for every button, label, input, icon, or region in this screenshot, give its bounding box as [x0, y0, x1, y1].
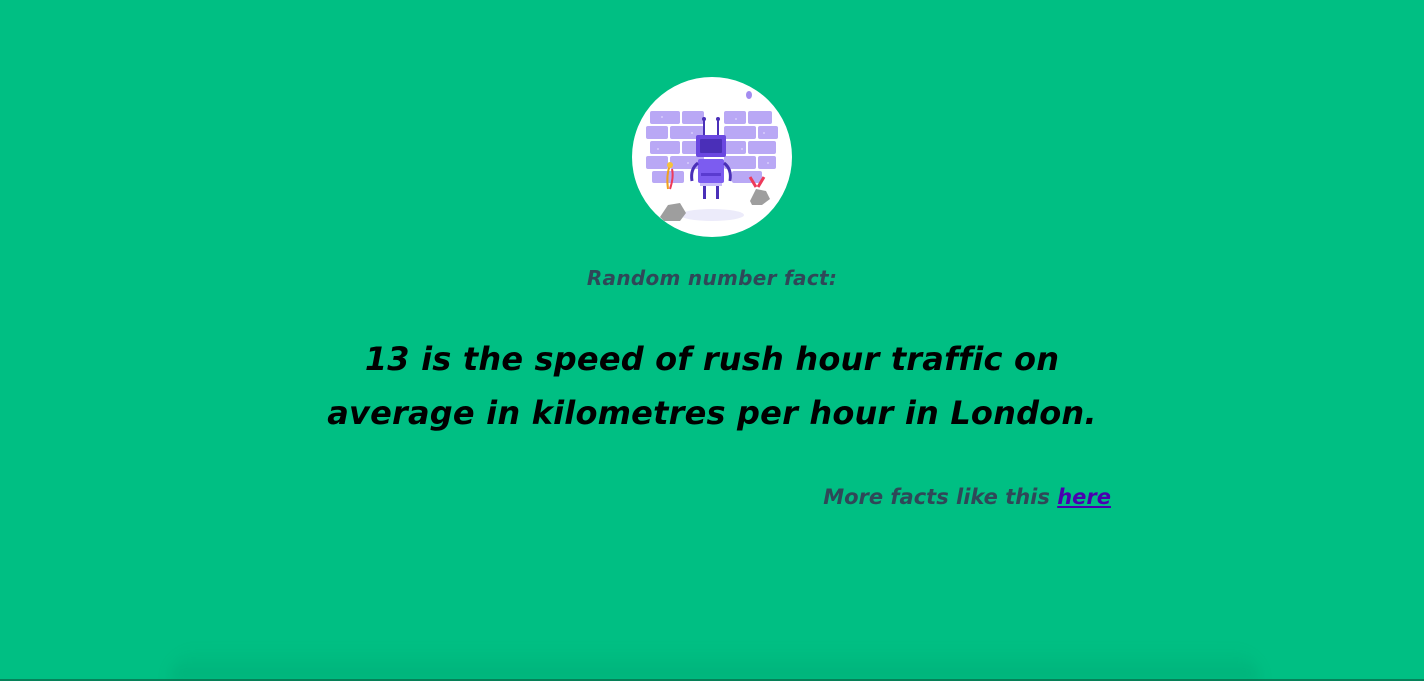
page: Random number fact: 13 is the speed of r…	[0, 0, 1424, 681]
robot-illustration-icon	[646, 91, 778, 221]
avatar	[632, 77, 792, 237]
more-facts-line: More facts like this here	[823, 485, 1111, 509]
bottom-card-shadow	[170, 648, 1260, 681]
more-facts-text: More facts like this	[823, 485, 1058, 509]
fact-label: Random number fact:	[586, 266, 838, 290]
more-facts-link[interactable]: here	[1057, 485, 1111, 509]
fact-text: 13 is the speed of rush hour traffic on …	[327, 340, 1097, 432]
